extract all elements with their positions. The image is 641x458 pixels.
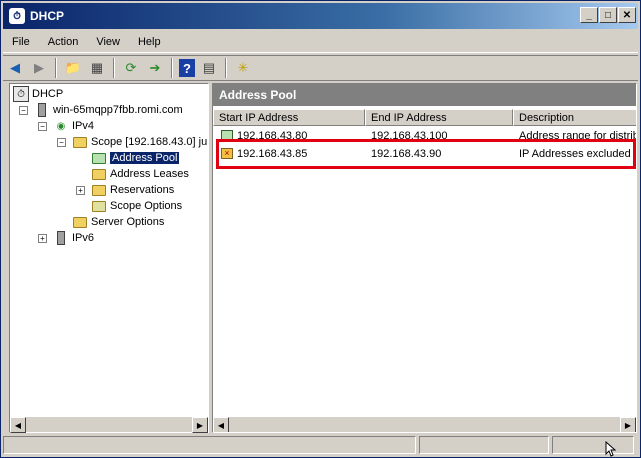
menu-file[interactable]: File — [3, 36, 39, 48]
server-icon — [34, 102, 50, 118]
tree-node-server[interactable]: win-65mqpp7fbb.romi.com — [34, 102, 183, 118]
scroll-right-icon[interactable]: ▶ — [620, 417, 636, 432]
status-pane — [419, 436, 549, 454]
export-list-icon[interactable]: ➔ — [145, 58, 165, 78]
collapse-ipv4-button[interactable]: − — [38, 122, 47, 131]
status-bar — [3, 436, 638, 456]
minimize-button[interactable]: _ — [580, 7, 598, 23]
dhcp-window: ⏱ DHCP _ □ ✕ File Action View Help ◀ ▶ 📁… — [0, 0, 641, 458]
list-horizontal-scrollbar[interactable]: ◀ ▶ — [213, 416, 636, 432]
expand-ipv6-button[interactable]: + — [38, 234, 47, 243]
tree-node-scope-options[interactable]: Scope Options — [91, 198, 182, 214]
refresh-icon[interactable]: ⟳ — [121, 58, 141, 78]
expand-reservations-button[interactable]: + — [76, 186, 85, 195]
column-start-ip[interactable]: Start IP Address — [213, 109, 365, 126]
dhcp-icon: ⏱ — [13, 86, 29, 102]
menu-view[interactable]: View — [87, 36, 129, 48]
tree-label: IPv4 — [72, 120, 95, 132]
tree-node-ipv4[interactable]: ◉ IPv4 — [53, 118, 94, 134]
tree-node-ipv6[interactable]: IPv6 — [53, 230, 94, 246]
scope-options-icon — [91, 198, 107, 214]
tree-node-server-options[interactable]: Server Options — [72, 214, 164, 230]
address-leases-icon — [91, 166, 107, 182]
collapse-server-button[interactable]: − — [19, 106, 28, 115]
address-pool-icon — [91, 150, 107, 166]
star-icon[interactable]: ✳ — [233, 58, 253, 78]
tree-label: Server Options — [91, 216, 165, 228]
tree-node-reservations[interactable]: Reservations — [91, 182, 174, 198]
tree-label: Scope Options — [110, 200, 183, 212]
result-pane: Address Pool Start IP Address End IP Add… — [212, 83, 637, 433]
tree-horizontal-scrollbar[interactable]: ◀ ▶ — [10, 416, 208, 433]
show-hide-tree-icon[interactable]: ▦ — [87, 58, 107, 78]
tree-node-dhcp[interactable]: ⏱ DHCP — [13, 86, 63, 102]
up-folder-icon[interactable]: 📁 — [63, 58, 83, 78]
tree-node-address-leases[interactable]: Address Leases — [91, 166, 189, 182]
tree-label-selected: Address Pool — [110, 152, 180, 164]
reservations-icon — [91, 182, 107, 198]
collapse-scope-button[interactable]: − — [57, 138, 66, 147]
toolbar: ◀ ▶ 📁 ▦ ⟳ ➔ ? ▤ ✳ — [3, 55, 638, 81]
menu-help[interactable]: Help — [129, 36, 170, 48]
scroll-right-icon[interactable]: ▶ — [192, 417, 208, 433]
toolbar-separator — [225, 58, 227, 78]
tree-label: DHCP — [32, 88, 64, 100]
tree-label: Reservations — [110, 184, 175, 196]
column-end-ip[interactable]: End IP Address — [365, 109, 513, 126]
status-pane — [3, 436, 416, 454]
title-bar[interactable]: ⏱ DHCP _ □ ✕ — [3, 3, 638, 29]
scroll-left-icon[interactable]: ◀ — [213, 417, 229, 432]
highlight-box — [216, 139, 636, 169]
maximize-button[interactable]: □ — [599, 7, 617, 23]
toolbar-separator — [113, 58, 115, 78]
dhcp-icon: ⏱ — [9, 8, 25, 24]
toolbar-separator — [171, 58, 173, 78]
ipv6-icon — [53, 230, 69, 246]
folder-icon — [72, 134, 88, 150]
tree-label: win-65mqpp7fbb.romi.com — [53, 104, 183, 116]
column-description[interactable]: Description — [513, 109, 636, 126]
column-headers: Start IP Address End IP Address Descript… — [213, 109, 636, 126]
menu-bar: File Action View Help — [3, 31, 638, 53]
mouse-cursor-icon — [605, 441, 617, 457]
window-title: DHCP — [30, 9, 65, 23]
back-arrow-icon[interactable]: ◀ — [5, 58, 25, 78]
tree-label: IPv6 — [72, 232, 95, 244]
ipv4-icon: ◉ — [56, 120, 66, 132]
folder-icon — [72, 214, 88, 230]
status-pane — [552, 436, 634, 454]
toolbar-separator — [55, 58, 57, 78]
help-icon[interactable]: ? — [179, 59, 195, 77]
menu-action[interactable]: Action — [39, 36, 88, 48]
tree-label: Address Leases — [110, 168, 189, 180]
tree-label: Scope [192.168.43.0] ju — [91, 136, 208, 148]
properties-icon[interactable]: ▤ — [199, 58, 219, 78]
tree-node-scope[interactable]: Scope [192.168.43.0] ju — [72, 134, 207, 150]
pane-title: Address Pool — [213, 84, 636, 106]
tree-node-address-pool[interactable]: Address Pool — [91, 150, 180, 166]
scroll-left-icon[interactable]: ◀ — [10, 417, 26, 433]
close-button[interactable]: ✕ — [618, 7, 636, 23]
forward-arrow-icon[interactable]: ▶ — [29, 58, 49, 78]
console-tree[interactable]: ⏱ DHCP − win-65mqpp7fbb.romi.com − ◉ IPv… — [9, 83, 209, 433]
